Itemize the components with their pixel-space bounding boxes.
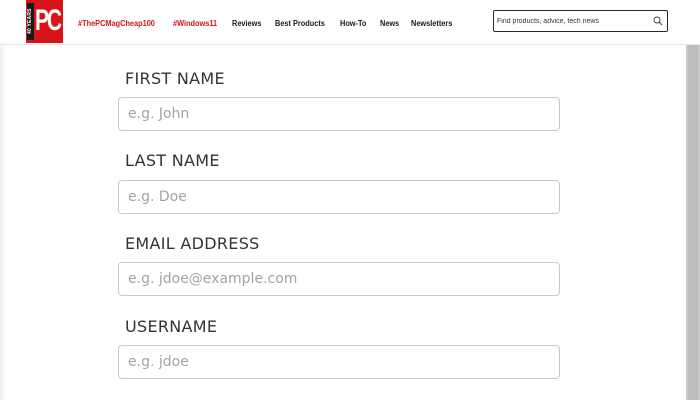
search-input[interactable] [497, 14, 647, 28]
logo-text: PC [35, 4, 62, 37]
scrollbar-thumb[interactable] [688, 45, 698, 400]
nav-link-news[interactable]: News [380, 19, 399, 28]
email-address-input[interactable] [118, 262, 560, 296]
first-name-label: FIRST NAME [125, 69, 225, 88]
search-icon[interactable] [653, 16, 663, 26]
top-navbar: 40 YEARS PC #ThePCMagCheap100 #Windows11… [0, 0, 700, 45]
logo-anniversary-badge: 40 YEARS [27, 3, 34, 40]
nav-links: #ThePCMagCheap100 #Windows11 Reviews Bes… [78, 15, 467, 31]
left-page-edge [0, 45, 6, 400]
email-address-label: EMAIL ADDRESS [125, 234, 260, 253]
nav-link-how-to[interactable]: How-To [340, 19, 366, 28]
nav-link-windows11[interactable]: #Windows11 [173, 19, 217, 28]
page-scrollbar[interactable] [686, 45, 700, 400]
username-label: USERNAME [125, 317, 218, 336]
first-name-input[interactable] [118, 97, 560, 131]
nav-link-newsletters[interactable]: Newsletters [411, 19, 452, 28]
nav-link-best-products[interactable]: Best Products [275, 19, 325, 28]
username-input[interactable] [118, 345, 560, 379]
nav-link-reviews[interactable]: Reviews [232, 19, 261, 28]
last-name-label: LAST NAME [125, 151, 220, 170]
pcmag-logo[interactable]: 40 YEARS PC [26, 0, 63, 43]
nav-link-cheap100[interactable]: #ThePCMagCheap100 [78, 19, 155, 28]
last-name-input[interactable] [118, 180, 560, 214]
search-box [493, 10, 668, 32]
